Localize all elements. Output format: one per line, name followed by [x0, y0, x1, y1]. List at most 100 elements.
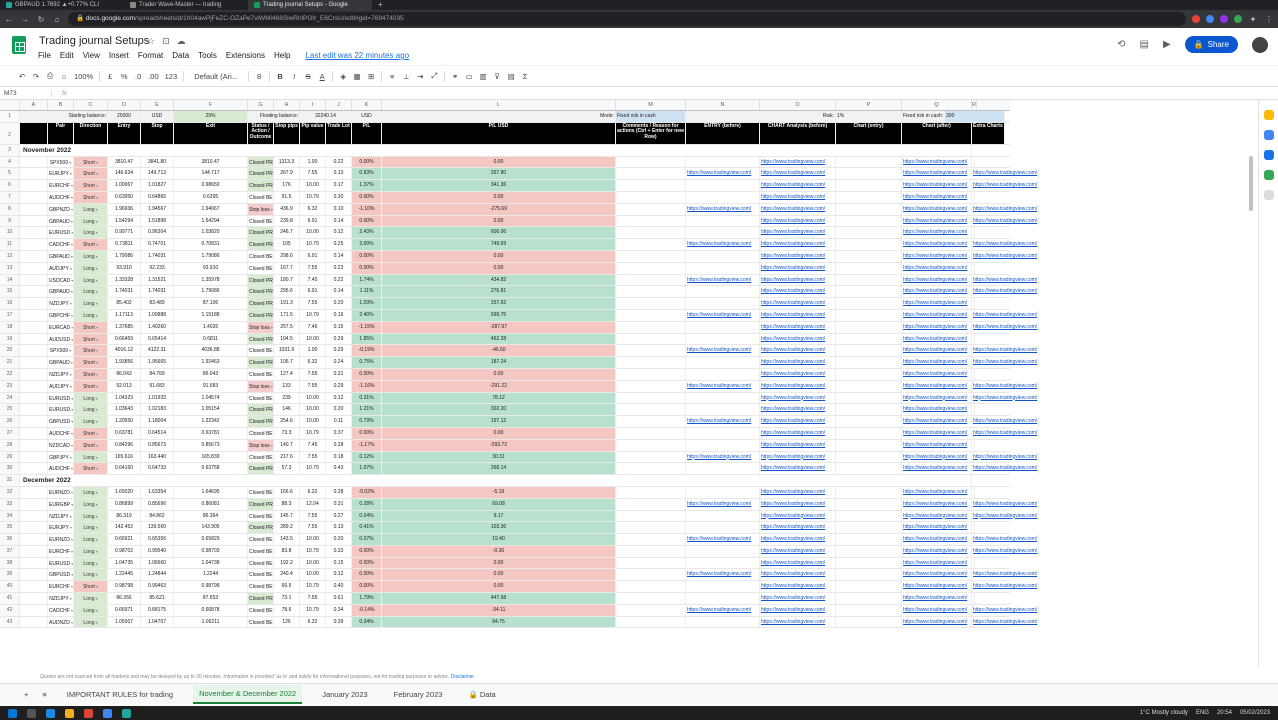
- comment-cell[interactable]: [616, 404, 686, 416]
- stop-cell[interactable]: 0.65356: [141, 534, 174, 545]
- mode-select[interactable]: Fixed risk in cash: [616, 111, 686, 122]
- chart-after-link[interactable]: https://www.tradingview.com/: [902, 262, 972, 274]
- comment-cell[interactable]: [616, 262, 686, 274]
- pair-cell[interactable]: EURNZD: [48, 534, 74, 545]
- exit-cell[interactable]: 93.910: [174, 262, 248, 274]
- entry-cell[interactable]: 0.73811: [108, 239, 141, 250]
- chart-analysis-link[interactable]: https://www.tradingview.com/: [760, 250, 836, 262]
- exit-cell[interactable]: 1.94067: [174, 203, 248, 215]
- sheet-tab-jan-2023[interactable]: January 2023: [316, 686, 373, 703]
- chart-entry-link[interactable]: [836, 522, 902, 534]
- entry-cell[interactable]: 0.63950: [108, 191, 141, 203]
- exit-cell[interactable]: 165.839: [174, 451, 248, 463]
- font-family-select[interactable]: Default (Ari...: [190, 72, 242, 81]
- direction-dropdown[interactable]: Long: [74, 486, 108, 498]
- direction-dropdown[interactable]: Long: [74, 262, 108, 274]
- stop-cell[interactable]: 1.09888: [141, 309, 174, 321]
- extra-charts-link[interactable]: https://www.tradingview.com/: [972, 604, 1040, 616]
- status-dropdown[interactable]: Stop loss: [248, 380, 274, 392]
- extra-charts-link[interactable]: [972, 191, 975, 203]
- chart-after-link[interactable]: https://www.tradingview.com/: [902, 203, 972, 215]
- chart-analysis-link[interactable]: https://www.tradingview.com/: [760, 545, 836, 557]
- pair-cell[interactable]: GBPJPY: [48, 451, 74, 463]
- extra-charts-link[interactable]: [972, 156, 975, 168]
- pair-cell[interactable]: CADCHF: [48, 604, 74, 616]
- comment-cell[interactable]: [616, 309, 686, 321]
- entry-before-link[interactable]: https://www.tradingview.com/: [686, 309, 760, 321]
- direction-dropdown[interactable]: Short: [74, 380, 108, 392]
- sheet-tab-feb-2023[interactable]: February 2023: [388, 686, 449, 703]
- zoom-select[interactable]: 100%: [74, 72, 93, 81]
- status-dropdown[interactable]: Closed PROFIT: [248, 498, 274, 510]
- entry-cell[interactable]: 0.63781: [108, 427, 141, 439]
- sheet-tab-data[interactable]: 🔒 Data: [462, 686, 501, 703]
- status-dropdown[interactable]: Closed BE / Small Loss: [248, 345, 274, 357]
- row-number[interactable]: 2: [0, 122, 20, 144]
- exit-cell[interactable]: 1.92463: [174, 357, 248, 368]
- extra-charts-link[interactable]: https://www.tradingview.com/: [972, 345, 1040, 357]
- direction-dropdown[interactable]: Short: [74, 333, 108, 345]
- pair-cell[interactable]: SPX500: [48, 345, 74, 357]
- entry-cell[interactable]: 165.616: [108, 451, 141, 463]
- starting-balance-value[interactable]: 25000: [108, 111, 141, 122]
- bold-button[interactable]: B: [276, 72, 284, 81]
- row-number[interactable]: 6: [0, 180, 20, 191]
- pair-cell[interactable]: EURCHF: [48, 581, 74, 593]
- direction-dropdown[interactable]: Long: [74, 616, 108, 628]
- entry-cell[interactable]: 0.98798: [108, 581, 141, 593]
- column-header[interactable]: A: [20, 100, 48, 110]
- contacts-icon[interactable]: [1263, 150, 1274, 160]
- entry-before-link[interactable]: [686, 545, 760, 557]
- exit-cell[interactable]: 86.043: [174, 368, 248, 380]
- column-header[interactable]: K: [352, 100, 382, 110]
- row-number[interactable]: 31: [0, 475, 20, 486]
- chart-entry-link[interactable]: [836, 380, 902, 392]
- risk-value[interactable]: 1%: [836, 111, 902, 122]
- row-number[interactable]: 5: [0, 168, 20, 180]
- entry-cell[interactable]: 1.96936: [108, 203, 141, 215]
- row-number[interactable]: 34: [0, 510, 20, 522]
- disclaimer-link[interactable]: Disclaimer: [451, 674, 474, 680]
- stop-cell[interactable]: 0.99540: [141, 545, 174, 557]
- chart-after-link[interactable]: https://www.tradingview.com/: [902, 581, 972, 593]
- chart-entry-link[interactable]: [836, 616, 902, 628]
- stop-cell[interactable]: 92.233: [141, 262, 174, 274]
- entry-before-link[interactable]: [686, 392, 760, 404]
- column-header[interactable]: L: [382, 100, 616, 110]
- entry-cell[interactable]: 1.20550: [108, 416, 141, 427]
- chart-analysis-link[interactable]: https://www.tradingview.com/: [760, 498, 836, 510]
- comment-icon[interactable]: ▭: [465, 72, 473, 81]
- chart-entry-link[interactable]: [836, 498, 902, 510]
- share-button[interactable]: 🔒 Share: [1184, 36, 1238, 53]
- extra-charts-link[interactable]: https://www.tradingview.com/: [972, 180, 1040, 191]
- stop-cell[interactable]: 0.85673: [141, 439, 174, 451]
- pair-cell[interactable]: AUDUSD: [48, 333, 74, 345]
- direction-dropdown[interactable]: Long: [74, 250, 108, 262]
- chart-analysis-link[interactable]: https://www.tradingview.com/: [760, 463, 836, 475]
- chart-analysis-link[interactable]: https://www.tradingview.com/: [760, 333, 836, 345]
- entry-before-link[interactable]: [686, 404, 760, 416]
- direction-dropdown[interactable]: Long: [74, 274, 108, 286]
- stop-cell[interactable]: 84.769: [141, 368, 174, 380]
- direction-dropdown[interactable]: Short: [74, 168, 108, 180]
- scrollbar-thumb[interactable]: [1249, 156, 1253, 211]
- status-dropdown[interactable]: Closed BE / Small Loss: [248, 262, 274, 274]
- direction-dropdown[interactable]: Long: [74, 534, 108, 545]
- redo-icon[interactable]: ↷: [32, 72, 40, 81]
- row-number[interactable]: 39: [0, 569, 20, 581]
- chart-entry-link[interactable]: [836, 345, 902, 357]
- address-bar[interactable]: 🔒 docs.google.com/spreadsheets/d/1h04awP…: [68, 12, 1186, 26]
- taskview-icon[interactable]: [27, 708, 36, 718]
- chart-after-link[interactable]: https://www.tradingview.com/: [902, 534, 972, 545]
- status-dropdown[interactable]: Closed PROFIT: [248, 404, 274, 416]
- stop-cell[interactable]: 0.68175: [141, 604, 174, 616]
- stop-cell[interactable]: 0.64733: [141, 463, 174, 475]
- borders-icon[interactable]: ▦: [353, 72, 361, 81]
- exit-cell[interactable]: 0.98798: [174, 581, 248, 593]
- chart-analysis-link[interactable]: https://www.tradingview.com/: [760, 534, 836, 545]
- stop-cell[interactable]: 1.74031: [141, 286, 174, 298]
- pair-cell[interactable]: EURUSD: [48, 404, 74, 416]
- entry-before-link[interactable]: [686, 522, 760, 534]
- entry-cell[interactable]: 0.66971: [108, 604, 141, 616]
- back-icon[interactable]: ←: [4, 15, 14, 24]
